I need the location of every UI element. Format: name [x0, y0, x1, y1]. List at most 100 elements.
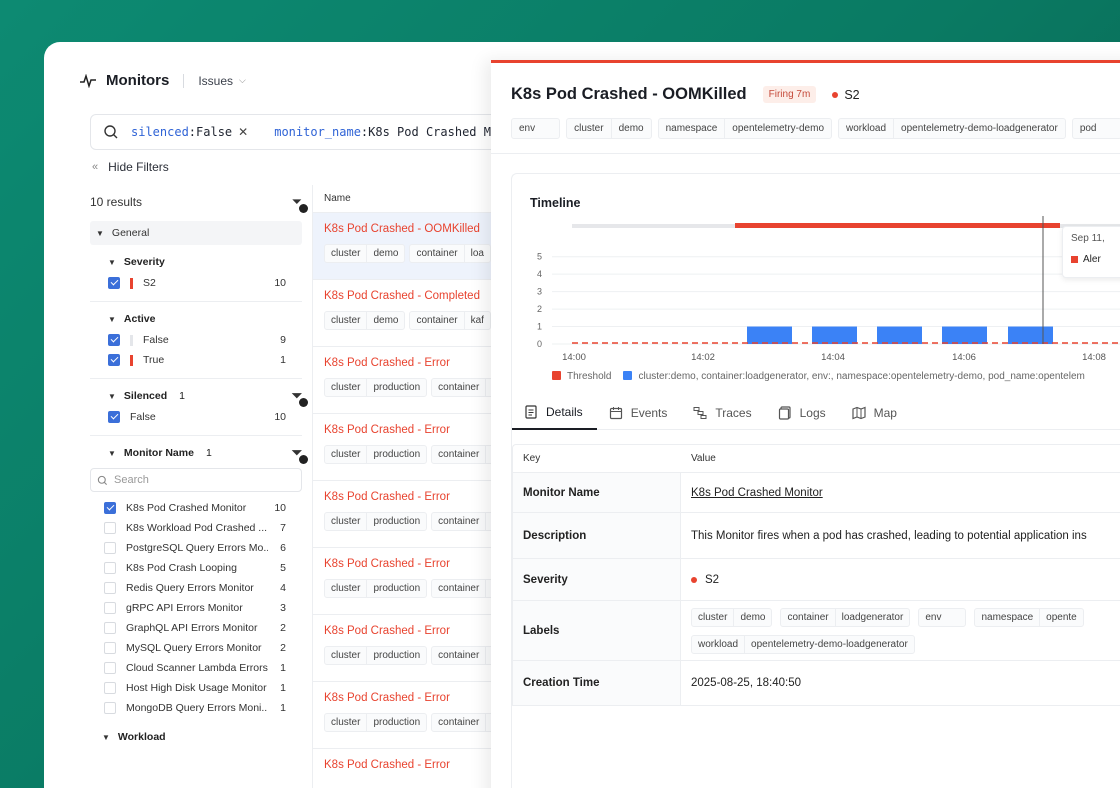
timeline-chart[interactable]: 0 1 2 3 4 5 14:00 14:02 14:04 14:06 14:08: [512, 214, 1120, 364]
filter-option[interactable]: S2 10: [90, 273, 302, 293]
detail-tag[interactable]: env: [511, 118, 561, 139]
list-item-title: K8s Pod Crashed - Error: [324, 357, 450, 369]
close-icon[interactable]: ✕: [238, 125, 248, 139]
filter-option[interactable]: False 10: [90, 407, 302, 427]
tab-events[interactable]: Events: [597, 396, 682, 430]
filter-option[interactable]: MongoDB Query Errors Moni... 1: [90, 698, 302, 718]
tooltip-series: Aler: [1083, 254, 1101, 265]
monitor-name-link[interactable]: K8s Pod Crashed Monitor: [691, 487, 823, 499]
tag-value: demo: [366, 312, 404, 329]
label-tag[interactable]: workload opentelemetry-demo-loadgenerator: [691, 634, 915, 654]
tab-logs[interactable]: Logs: [766, 396, 840, 430]
detail-tag[interactable]: pod: [1071, 118, 1120, 139]
filter-clear-icon[interactable]: ⏷: [292, 388, 308, 407]
option-count: 5: [280, 562, 286, 574]
y-tick-label: 4: [537, 269, 542, 279]
issues-dropdown[interactable]: Issues ⌵: [198, 74, 246, 88]
option-count: 1: [280, 662, 286, 674]
checkbox[interactable]: [104, 642, 116, 654]
list-item[interactable]: K8s Pod Crashed - Error cluster production…: [313, 414, 502, 481]
list-item[interactable]: K8s Pod Crashed - OOMKilled cluster demo co…: [313, 213, 502, 280]
filter-group-title[interactable]: ▼ Monitor Name 1 ⏷: [90, 442, 308, 464]
label-tag[interactable]: env: [918, 607, 967, 627]
checkbox[interactable]: [108, 277, 120, 289]
legend-item-series[interactable]: cluster:demo, container:loadgenerator, e…: [623, 371, 1085, 382]
tag[interactable]: cluster production: [324, 445, 428, 464]
tab-traces[interactable]: Traces: [681, 396, 765, 430]
group-general[interactable]: ▼ General: [90, 221, 302, 245]
list-item-title: K8s Pod Crashed - Error: [324, 491, 450, 503]
list-item[interactable]: K8s Pod Crashed - Completed cluster demo co…: [313, 280, 502, 347]
checkbox[interactable]: [108, 334, 120, 346]
tooltip-swatch: [1071, 256, 1078, 263]
tag[interactable]: cluster demo: [324, 244, 406, 263]
tag[interactable]: cluster production: [324, 646, 428, 665]
filter-option[interactable]: Redis Query Errors Monitor 4: [90, 578, 302, 598]
tag[interactable]: container kaf: [409, 311, 491, 330]
filter-option[interactable]: K8s Workload Pod Crashed ... 7: [90, 518, 302, 538]
checkbox[interactable]: [104, 702, 116, 714]
tag[interactable]: cluster production: [324, 378, 428, 397]
list-item[interactable]: K8s Pod Crashed - Error cluster production…: [313, 347, 502, 414]
list-item[interactable]: K8s Pod Crashed - Error cluster production…: [313, 682, 502, 749]
tag[interactable]: container loa: [409, 244, 491, 263]
document-icon: [525, 405, 537, 419]
tag-value: production: [366, 714, 426, 731]
checkbox[interactable]: [104, 662, 116, 674]
search-token-silenced[interactable]: silenced: False ✕: [131, 125, 248, 139]
monitor-name-search-input[interactable]: Search: [90, 468, 302, 492]
checkbox[interactable]: [108, 354, 120, 366]
checkbox[interactable]: [104, 682, 116, 694]
filter-option[interactable]: False 9: [90, 330, 302, 350]
detail-tag[interactable]: workload opentelemetry-demo-loadgenerator: [838, 118, 1066, 139]
filter-option[interactable]: Host High Disk Usage Monitor 1: [90, 678, 302, 698]
filter-option[interactable]: PostgreSQL Query Errors Mo... 6: [90, 538, 302, 558]
filter-clear-icon[interactable]: ⏷: [292, 445, 308, 464]
checkbox[interactable]: [104, 562, 116, 574]
tab-label: Map: [873, 406, 897, 420]
checkbox[interactable]: [104, 522, 116, 534]
tab-details[interactable]: Details: [512, 396, 597, 430]
label-tag[interactable]: namespace opente: [974, 607, 1084, 627]
tag[interactable]: cluster demo: [324, 311, 406, 330]
checkbox[interactable]: [104, 542, 116, 554]
filter-group-title[interactable]: ▼ Severity: [90, 251, 302, 273]
monitor-detail-panel: K8s Pod Crashed - OOMKilled Firing 7m S2…: [491, 60, 1120, 788]
tag[interactable]: cluster production: [324, 579, 428, 598]
hide-filters-button[interactable]: « Hide Filters: [92, 160, 169, 174]
list-item[interactable]: K8s Pod Crashed - Error cluster production…: [313, 548, 502, 615]
checkbox[interactable]: [104, 502, 116, 514]
detail-tag[interactable]: cluster demo: [566, 118, 652, 139]
label-tag[interactable]: cluster demo: [691, 607, 773, 627]
filter-group-title[interactable]: ▼ Silenced 1 ⏷: [90, 385, 308, 407]
legend-item-threshold[interactable]: Threshold: [552, 371, 611, 382]
filter-option[interactable]: True 1: [90, 350, 302, 370]
tag[interactable]: cluster production: [324, 512, 428, 531]
filter-option[interactable]: gRPC API Errors Monitor 3: [90, 598, 302, 618]
search-token-monitor-name[interactable]: monitor_name: K8s Pod Crashed M: [274, 125, 491, 139]
filter-option[interactable]: K8s Pod Crash Looping 5: [90, 558, 302, 578]
checkbox[interactable]: [108, 411, 120, 423]
search-input[interactable]: silenced: False ✕ monitor_name: K8s Pod Cr…: [90, 114, 530, 150]
filter-clear-icon[interactable]: ⏷: [292, 194, 308, 213]
list-item-tags: cluster demo container kaf: [324, 311, 502, 330]
list-item[interactable]: K8s Pod Crashed - Error cluster production…: [313, 615, 502, 682]
tab-map[interactable]: Map: [840, 396, 911, 430]
alert-firing-bar: [735, 223, 1060, 228]
checkbox[interactable]: [104, 622, 116, 634]
filter-option[interactable]: MySQL Query Errors Monitor 2: [90, 638, 302, 658]
filter-group-title[interactable]: ▼ Active: [90, 308, 302, 330]
filter-option[interactable]: K8s Pod Crashed Monitor 10: [90, 498, 302, 518]
checkbox[interactable]: [104, 582, 116, 594]
detail-tag[interactable]: namespace opentelemetry-demo: [657, 118, 833, 139]
tag-value: demo: [366, 245, 404, 262]
tag[interactable]: cluster production: [324, 713, 428, 732]
filter-option[interactable]: Cloud Scanner Lambda Errors 1: [90, 658, 302, 678]
list-item[interactable]: K8s Pod Crashed - Error: [313, 749, 502, 788]
filter-group-workload[interactable]: ▼ Workload: [90, 726, 302, 748]
label-tag[interactable]: container loadgenerator: [780, 607, 911, 627]
chart-bar: [1008, 326, 1053, 344]
checkbox[interactable]: [104, 602, 116, 614]
list-item[interactable]: K8s Pod Crashed - Error cluster production…: [313, 481, 502, 548]
filter-option[interactable]: GraphQL API Errors Monitor 2: [90, 618, 302, 638]
